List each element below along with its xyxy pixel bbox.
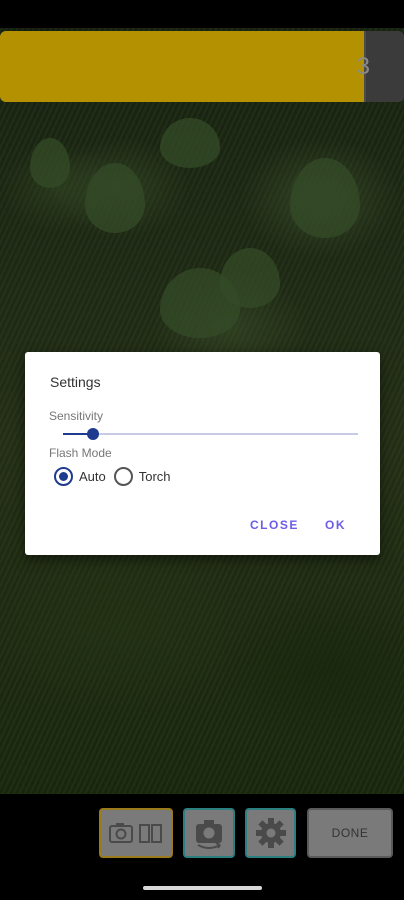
done-button[interactable]: DONE [307,808,393,858]
sensitivity-slider[interactable] [63,426,358,442]
slider-thumb[interactable] [86,428,99,440]
settings-button[interactable] [245,808,296,858]
sensitivity-label: Sensitivity [49,409,104,423]
camera-mode-button[interactable] [99,808,173,858]
progress-count: 3 [356,53,370,80]
settings-dialog: Settings Sensitivity Flash Mode Auto Tor… [25,352,380,555]
radio-auto-label: Auto [79,469,106,484]
radio-torch[interactable]: Torch [113,467,171,486]
done-button-label: DONE [331,826,369,840]
slider-track [63,433,358,435]
flash-mode-radio-group: Auto Torch [54,467,179,486]
flash-mode-label: Flash Mode [49,446,112,460]
radio-torch-label: Torch [138,469,171,484]
bottom-toolbar: DONE [0,794,404,900]
progress-remaining [366,31,404,102]
home-indicator[interactable] [143,886,262,890]
split-view-icon [139,824,162,843]
progress-fill [0,31,364,102]
radio-auto[interactable]: Auto [54,467,106,486]
radio-auto-indicator[interactable] [54,467,73,486]
switch-camera-button[interactable] [183,808,235,858]
gear-icon [255,818,286,848]
ok-button[interactable]: OK [325,518,346,532]
camera-switch-icon [196,820,222,849]
close-button[interactable]: CLOSE [250,518,299,532]
radio-torch-indicator[interactable] [113,467,133,486]
dialog-title: Settings [50,374,101,390]
scan-progress-bar: 3 [0,31,404,102]
camera-icon [109,823,162,843]
